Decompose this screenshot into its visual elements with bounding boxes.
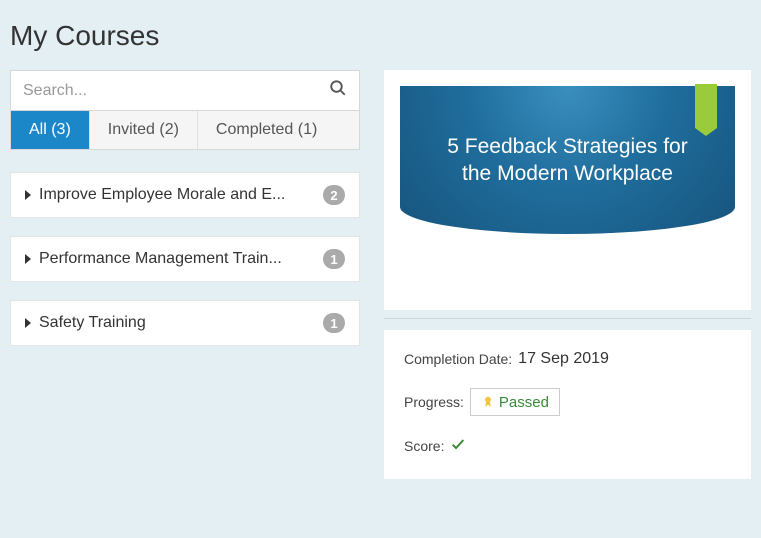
tab-completed[interactable]: Completed (1): [198, 111, 335, 149]
count-badge: 1: [323, 313, 345, 333]
course-list: Improve Employee Morale and E... 2 Perfo…: [10, 172, 360, 346]
progress-label: Progress:: [404, 394, 464, 410]
score-label: Score:: [404, 438, 444, 454]
course-details-card: Completion Date: 17 Sep 2019 Progress: P…: [384, 330, 751, 479]
course-title: Safety Training: [39, 314, 315, 332]
completion-date-label: Completion Date:: [404, 351, 512, 367]
completion-date-row: Completion Date: 17 Sep 2019: [404, 350, 731, 368]
course-hero-card: 5 Feedback Strategies for the Modern Wor…: [384, 70, 751, 310]
course-title: Improve Employee Morale and E...: [39, 186, 315, 204]
tab-all[interactable]: All (3): [11, 111, 90, 149]
divider: [384, 318, 751, 330]
course-hero-title: 5 Feedback Strategies for the Modern Wor…: [400, 86, 735, 234]
tab-invited[interactable]: Invited (2): [90, 111, 198, 149]
search-input[interactable]: [23, 82, 329, 100]
progress-status: Passed: [499, 394, 549, 411]
list-item[interactable]: Performance Management Train... 1: [10, 236, 360, 282]
award-icon: [481, 393, 495, 411]
status-badge: Passed: [470, 388, 560, 416]
chevron-right-icon: [25, 318, 31, 328]
list-item[interactable]: Improve Employee Morale and E... 2: [10, 172, 360, 218]
completion-date-value: 17 Sep 2019: [518, 350, 609, 368]
chevron-right-icon: [25, 254, 31, 264]
course-title: Performance Management Train...: [39, 250, 315, 268]
check-icon: [450, 436, 466, 455]
chevron-right-icon: [25, 190, 31, 200]
search-box: [10, 70, 360, 111]
list-item[interactable]: Safety Training 1: [10, 300, 360, 346]
search-icon[interactable]: [329, 79, 347, 102]
score-row: Score:: [404, 436, 731, 455]
progress-row: Progress: Passed: [404, 388, 731, 416]
filter-tabs: All (3) Invited (2) Completed (1): [10, 111, 360, 150]
count-badge: 1: [323, 249, 345, 269]
page-title: My Courses: [10, 20, 751, 52]
ribbon-bookmark-icon: [695, 84, 717, 128]
count-badge: 2: [323, 185, 345, 205]
